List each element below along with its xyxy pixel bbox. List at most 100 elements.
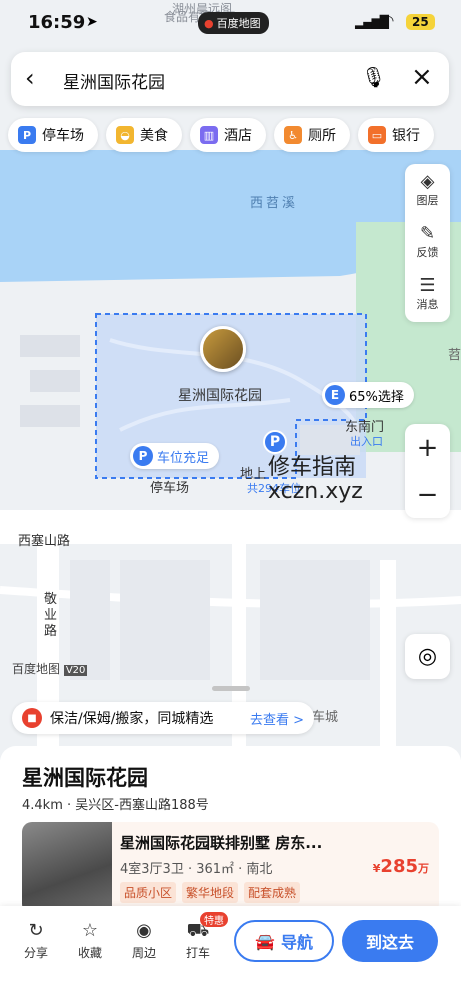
place-name: 星洲国际花园 [22,766,148,790]
pin-icon: ● [204,17,214,30]
parking-pin-icon[interactable]: P [263,430,287,454]
message-icon: ☰ [419,275,436,296]
bottom-action-bar: ↻ 分享 ☆ 收藏 ◉ 周边 特惠 ⛟ 打车 🚘 导航 到这去 [0,906,461,1000]
compass-icon: ◉ [136,920,152,941]
feedback-icon: ✎ [419,223,436,244]
tool-label: 消息 [416,298,439,311]
hotel-icon: ▥ [200,126,218,144]
listing-badge: 繁华地段 [182,882,239,903]
back-icon[interactable]: ‹ [25,64,35,92]
map-tools-panel: ◈ 图层 ✎ 反馈 ☰ 消息 [405,164,450,322]
search-bar[interactable]: ‹ 星洲国际花园 🎙 × [11,52,449,106]
action-label: 打车 [185,946,210,960]
feedback-button[interactable]: ✎ 反馈 [405,216,450,268]
chip-label: 停车场 [42,128,84,144]
map-canvas [0,0,461,760]
parking-tag-label: 车位充足 [157,450,210,466]
listing-meta: 4室3厅3卫 · 361㎡ · 南北 [120,862,273,877]
status-bar: 16:59 ➤ ● 百度地图 ▂▄▆█ ◠ 25 [0,0,461,46]
battery-indicator: 25 [406,14,435,30]
listing-badges: 品质小区 繁华地段 配套成熟 [120,882,301,903]
place-address: 4.4km · 吴兴区-西塞山路188号 [22,798,209,813]
locate-button[interactable]: ◎ [405,634,450,679]
road-label: 西塞山路 [18,534,71,549]
map-label: 苕 [448,348,461,363]
parking-icon: P [133,446,153,466]
chip-parking[interactable]: P 停车场 [8,118,98,152]
watermark-line: xczn.xyz [268,479,363,504]
parking-label: 停车场 [150,481,190,496]
river-label: 西苕溪 [250,196,299,211]
share-icon: ↻ [28,920,44,941]
watermark: 修车指南 xczn.xyz [268,456,363,504]
navigate-label: 导航 [280,933,313,952]
share-button[interactable]: ↻ 分享 [16,920,56,961]
layers-icon: ◈ [420,171,435,192]
category-chips: P 停车场 ◒ 美食 ▥ 酒店 ♿ 厕所 ▭ 银行 [8,118,434,152]
app-badge[interactable]: ● 百度地图 [198,12,269,34]
map-brand-version: V20 [63,665,88,676]
map-brand-label: 百度地图 [12,662,61,676]
toilet-icon: ♿ [284,126,302,144]
go-here-button[interactable]: 到这去 [342,920,438,962]
chip-label: 酒店 [224,128,252,144]
select-tag-label: 65%选择 [349,389,404,405]
zoom-control: + − [405,424,450,518]
bank-icon: ▭ [368,126,386,144]
search-query[interactable]: 星洲国际花园 [63,68,165,93]
chip-hotel[interactable]: ▥ 酒店 [190,118,266,152]
tool-label: 图层 [416,194,439,207]
listing-card[interactable]: 星洲国际花园联排别墅 房东... 4室3厅3卫 · 361㎡ · 南北 ¥285… [22,822,439,914]
car-icon: 🚘 [255,931,275,951]
map-view[interactable] [0,0,461,760]
food-icon: ◒ [116,126,134,144]
taxi-button[interactable]: ⛟ 打车 [178,920,218,961]
app-badge-label: 百度地图 [216,17,261,30]
layers-button[interactable]: ◈ 图层 [405,164,450,216]
nearby-button[interactable]: ◉ 周边 [124,920,164,961]
chip-bank[interactable]: ▭ 银行 [358,118,434,152]
chip-food[interactable]: ◒ 美食 [106,118,182,152]
price-unit: 万 [418,862,429,875]
listing-title: 星洲国际花园联排别墅 房东... [120,834,323,852]
listing-badge: 品质小区 [120,882,177,903]
sheet-drag-handle[interactable] [212,686,250,691]
watermark-line: 修车指南 [268,455,357,480]
action-label: 分享 [23,946,48,960]
zoom-out-button[interactable]: − [405,471,450,518]
zoom-in-button[interactable]: + [405,424,450,471]
parking-tag[interactable]: P 车位充足 [130,443,220,469]
promo-text: 保洁/保姆/搬家，同城精选 [50,711,214,727]
listing-price: ¥285万 [373,856,429,877]
navigate-button[interactable]: 🚘 导航 [234,920,334,962]
map-brand: 百度地图 V20 [12,660,88,677]
taxi-icon: ⛟ [186,920,210,941]
select-tag[interactable]: E 65%选择 [322,382,414,408]
road-label: 敬业路 [44,592,58,639]
service-icon: ■ [22,708,42,728]
star-icon: ☆ [81,920,99,941]
location-arrow-icon: ➤ [86,14,98,30]
price-value: 285 [380,856,418,877]
microphone-icon[interactable]: 🎙 [361,65,386,89]
tool-label: 反馈 [416,246,439,259]
status-time: 16:59 [28,12,86,33]
gate-sub-label: 出入口 [350,435,383,448]
chip-label: 银行 [392,128,420,144]
promo-link[interactable]: 去查看 > [250,709,304,728]
action-label: 周边 [131,946,156,960]
favorite-button[interactable]: ☆ 收藏 [70,920,110,961]
map-label: 车城 [312,710,339,725]
listing-photo [22,822,112,914]
chip-label: 美食 [140,128,168,144]
badge-icon: E [325,385,345,405]
wifi-icon: ◠ [382,13,395,29]
poi-name-label[interactable]: 星洲国际花园 [178,385,262,405]
promo-banner[interactable]: ■ 保洁/保姆/搬家，同城精选 去查看 > [12,702,314,734]
poi-photo[interactable] [200,326,246,372]
chip-toilet[interactable]: ♿ 厕所 [274,118,350,152]
message-button[interactable]: ☰ 消息 [405,268,450,320]
close-icon[interactable]: × [411,62,433,92]
parking-icon: P [18,126,36,144]
listing-badge: 配套成熟 [244,882,301,903]
